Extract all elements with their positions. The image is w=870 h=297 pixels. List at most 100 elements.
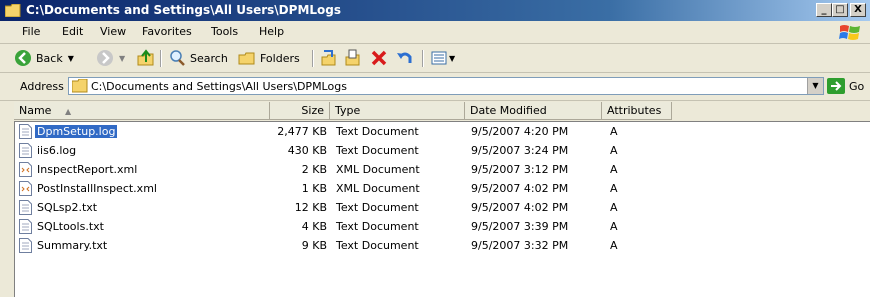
up-folder-icon [137,49,154,66]
back-arrow-icon [15,50,31,66]
menu-bar: File Edit View Favorites Tools Help [0,21,870,44]
file-size: 430 KB [287,144,327,157]
file-type: Text Document [336,144,419,157]
file-attributes: A [610,144,618,157]
address-input[interactable]: C:\Documents and Settings\All Users\DPML… [68,77,824,95]
file-date-modified: 9/5/2007 3:39 PM [471,220,569,233]
file-date-modified: 9/5/2007 3:32 PM [471,239,569,252]
file-date-modified: 9/5/2007 4:02 PM [471,201,569,214]
back-label: Back [36,51,63,65]
file-row[interactable]: DpmSetup.log 2,477 KB Text Document 9/5/… [15,122,870,141]
search-button[interactable]: Search [168,48,228,68]
menu-edit[interactable]: Edit [62,25,83,38]
file-row[interactable]: SQLsp2.txt 12 KB Text Document 9/5/2007 … [15,198,870,217]
file-type: XML Document [336,182,420,195]
text-file-icon [19,219,32,234]
back-button[interactable]: Back ▼ [14,48,74,68]
folders-icon [238,52,255,65]
address-dropdown-icon[interactable]: ▼ [807,78,823,94]
menu-view[interactable]: View [100,25,126,38]
text-file-icon [19,143,32,158]
file-attributes: A [610,182,618,195]
column-header-attributes[interactable]: Attributes [602,102,672,120]
menu-tools[interactable]: Tools [211,25,238,38]
go-arrow-icon [827,78,845,94]
column-header-type[interactable]: Type [330,102,465,120]
file-name: SQLsp2.txt [37,201,98,214]
move-to-icon [321,50,336,66]
file-size: 9 KB [301,239,327,252]
up-folder-button[interactable] [137,48,155,68]
file-name: DpmSetup.log [35,122,118,141]
file-size: 12 KB [294,201,327,214]
windows-logo-icon [839,25,860,40]
delete-icon [371,50,387,66]
explorer-window: C:\Documents and Settings\All Users\DPML… [0,0,870,297]
go-button[interactable]: Go [827,77,867,95]
maximize-button[interactable]: □ [832,3,848,17]
move-to-button[interactable] [320,48,338,68]
file-name-text: DpmSetup.log [35,125,118,138]
file-row[interactable]: iis6.log 430 KB Text Document 9/5/2007 3… [15,141,870,160]
file-date-modified: 9/5/2007 3:12 PM [471,163,569,176]
address-bar: Address C:\Documents and Settings\All Us… [0,73,870,101]
column-header-name[interactable]: Name ▲ [14,102,270,120]
file-row[interactable]: InspectReport.xml 2 KB XML Document 9/5/… [15,160,870,179]
folders-button[interactable]: Folders [238,48,300,68]
minimize-button[interactable]: _ [816,3,832,17]
column-header-size[interactable]: Size [270,102,330,120]
file-type: XML Document [336,163,420,176]
file-attributes: A [610,125,618,138]
address-value: C:\Documents and Settings\All Users\DPML… [91,80,347,93]
file-row[interactable]: Summary.txt 9 KB Text Document 9/5/2007 … [15,236,870,255]
file-name: InspectReport.xml [37,163,138,176]
forward-button[interactable]: ▼ [96,48,125,68]
menu-favorites[interactable]: Favorites [142,25,192,38]
file-size: 4 KB [301,220,327,233]
address-label: Address [20,80,64,93]
delete-button[interactable] [370,48,388,68]
forward-dropdown-icon[interactable]: ▼ [119,54,125,63]
file-date-modified: 9/5/2007 4:20 PM [471,125,569,138]
menu-file[interactable]: File [22,25,40,38]
folder-icon [5,4,21,17]
file-attributes: A [610,201,618,214]
views-dropdown-icon[interactable]: ▼ [449,54,455,63]
undo-button[interactable] [396,48,414,68]
column-header-row: Name ▲ Size Type Date Modified Attribute… [14,102,870,120]
file-row[interactable]: SQLtools.txt 4 KB Text Document 9/5/2007… [15,217,870,236]
file-name: Summary.txt [37,239,108,252]
folder-icon [72,79,88,93]
close-button[interactable]: X [850,3,866,17]
file-row[interactable]: PostInstallInspect.xml 1 KB XML Document… [15,179,870,198]
xml-file-icon [19,181,32,196]
search-icon [170,50,185,66]
text-file-icon [19,238,32,253]
views-button[interactable]: ▼ [430,48,455,68]
file-size: 2 KB [301,163,327,176]
search-label: Search [190,51,228,65]
back-dropdown-icon[interactable]: ▼ [68,54,74,63]
text-file-icon [19,200,32,215]
window-title: C:\Documents and Settings\All Users\DPML… [26,3,342,17]
file-name: PostInstallInspect.xml [37,182,157,195]
column-header-name-label: Name [19,104,52,117]
go-label: Go [849,79,865,93]
menu-help[interactable]: Help [259,25,284,38]
file-size: 2,477 KB [277,125,327,138]
copy-to-button[interactable] [344,48,362,68]
views-icon [431,51,447,65]
forward-arrow-icon [97,50,113,66]
file-list: DpmSetup.log 2,477 KB Text Document 9/5/… [14,121,870,297]
title-bar[interactable]: C:\Documents and Settings\All Users\DPML… [0,0,870,21]
undo-icon [397,52,412,63]
file-type: Text Document [336,125,419,138]
column-header-date-modified[interactable]: Date Modified [465,102,602,120]
sort-ascending-icon: ▲ [64,107,72,116]
copy-to-icon [345,49,360,66]
file-date-modified: 9/5/2007 3:24 PM [471,144,569,157]
toolbar-separator [422,50,424,67]
file-name: iis6.log [37,144,77,157]
toolbar: Back ▼ ▼ Search Folders ▼ [0,44,870,73]
file-type: Text Document [336,201,419,214]
